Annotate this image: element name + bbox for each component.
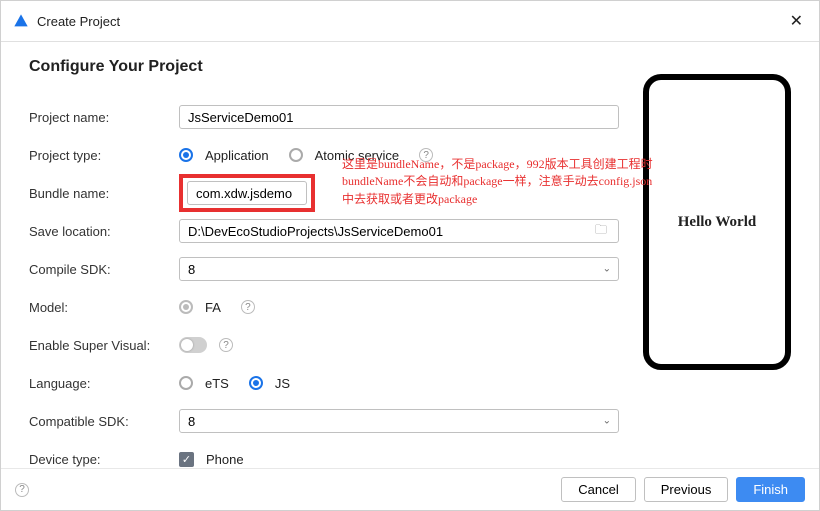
project-type-atomic-radio[interactable]: [289, 148, 303, 162]
device-frame: Hello World: [643, 74, 791, 370]
app-logo-icon: [13, 13, 29, 29]
titlebar: Create Project ✕: [1, 1, 819, 42]
bundle-name-label: Bundle name:: [29, 186, 179, 201]
language-label: Language:: [29, 376, 179, 391]
super-visual-help-icon[interactable]: ?: [219, 338, 233, 352]
model-fa-radio[interactable]: [179, 300, 193, 314]
device-type-label: Device type:: [29, 452, 179, 467]
save-location-input[interactable]: [179, 219, 619, 243]
project-name-input[interactable]: [179, 105, 619, 129]
project-type-application-radio[interactable]: [179, 148, 193, 162]
close-icon[interactable]: ✕: [786, 9, 807, 33]
model-label: Model:: [29, 300, 179, 315]
project-type-label: Project type:: [29, 148, 179, 163]
folder-icon[interactable]: 🗀: [595, 221, 607, 242]
preview-text: Hello World: [678, 214, 756, 231]
previous-button[interactable]: Previous: [644, 477, 729, 502]
bundle-name-highlight: [179, 174, 315, 212]
bundle-name-input[interactable]: [187, 181, 307, 205]
device-preview: Hello World: [643, 74, 791, 468]
model-fa-label: FA: [205, 300, 221, 315]
compile-sdk-label: Compile SDK:: [29, 262, 179, 277]
dialog-title: Create Project: [37, 14, 786, 29]
compatible-sdk-select[interactable]: [179, 409, 619, 433]
finish-button[interactable]: Finish: [736, 477, 805, 502]
super-visual-label: Enable Super Visual:: [29, 338, 179, 353]
language-js-radio[interactable]: [249, 376, 263, 390]
language-js-label: JS: [275, 376, 290, 391]
language-ets-label: eTS: [205, 376, 229, 391]
project-type-application-label: Application: [205, 148, 269, 163]
footer-help-icon[interactable]: ?: [15, 483, 29, 497]
device-phone-label: Phone: [206, 452, 244, 467]
save-location-label: Save location:: [29, 224, 179, 239]
language-ets-radio[interactable]: [179, 376, 193, 390]
project-name-label: Project name:: [29, 110, 179, 125]
compatible-sdk-label: Compatible SDK:: [29, 414, 179, 429]
model-help-icon[interactable]: ?: [241, 300, 255, 314]
device-phone-checkbox[interactable]: ✓: [179, 452, 194, 467]
cancel-button[interactable]: Cancel: [561, 477, 635, 502]
annotation-text: 这里是bundleName，不是package，992版本工具创建工程时 bun…: [342, 156, 653, 208]
super-visual-toggle[interactable]: [179, 337, 207, 353]
page-heading: Configure Your Project: [29, 58, 629, 76]
compile-sdk-select[interactable]: [179, 257, 619, 281]
